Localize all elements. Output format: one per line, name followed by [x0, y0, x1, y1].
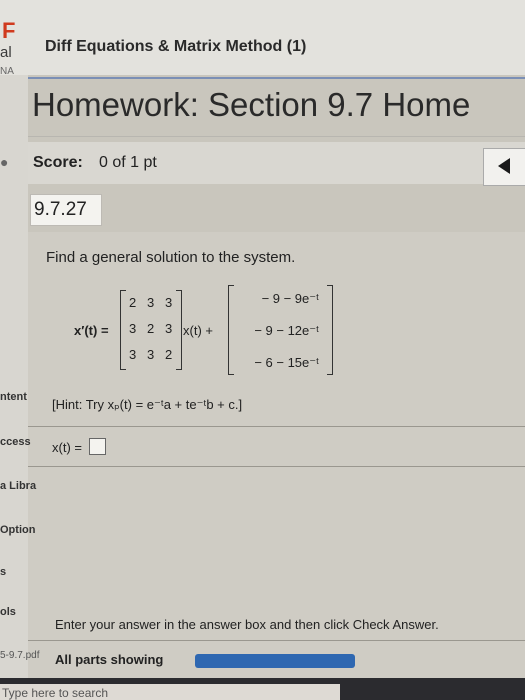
question-prompt: Find a general solution to the system.: [46, 249, 296, 266]
matrix-cell: 3: [129, 321, 137, 336]
equation-lhs: x′(t) =: [74, 323, 109, 338]
sidebar-item-options[interactable]: Option: [0, 524, 35, 536]
parts-showing-label: All parts showing: [55, 652, 164, 667]
vector-entry: − 9 − 12e⁻ᵗ: [254, 323, 319, 338]
sidebar-item-library[interactable]: a Libra: [0, 480, 36, 492]
matrix-cell: 2: [165, 347, 173, 362]
score-label: Score:: [33, 154, 83, 171]
homework-title: Homework: Section 9.7 Home: [32, 86, 471, 123]
sidebar-item-s[interactable]: s: [0, 566, 6, 578]
left-sidebar: [0, 0, 28, 700]
score-value: 0 of 1 pt: [99, 154, 157, 171]
sidebar-text-na: NA: [0, 66, 14, 77]
hint-divider: [28, 426, 525, 427]
matrix-left-bracket: [120, 290, 126, 370]
matrix-cell: 2: [147, 321, 155, 336]
course-title[interactable]: Diff Equations & Matrix Method (1): [45, 38, 306, 56]
matrix-cell: 3: [129, 347, 137, 362]
question-number: 9.7.27: [34, 199, 87, 220]
matrix-cell: 3: [165, 321, 173, 336]
bullet-icon: ●: [0, 154, 9, 170]
taskbar-search-text: Type here to search: [2, 686, 109, 700]
sidebar-item-tools[interactable]: ols: [0, 606, 16, 618]
title-divider: [28, 136, 525, 137]
header-divider: [28, 77, 525, 79]
vector-left-bracket: [228, 285, 234, 375]
answer-divider: [28, 466, 525, 467]
previous-question-button[interactable]: [483, 148, 525, 186]
vector-entry: − 6 − 15e⁻ᵗ: [254, 355, 319, 370]
triangle-left-icon: [498, 158, 510, 174]
instruction-text: Enter your answer in the answer box and …: [55, 617, 439, 632]
progress-bar: [195, 654, 355, 668]
matrix-cell: 3: [165, 295, 173, 310]
sidebar-item-content[interactable]: ntent: [0, 391, 27, 403]
vector-entry: − 9 − 9e⁻ᵗ: [261, 291, 319, 306]
answer-label: x(t) =: [52, 440, 82, 455]
forcing-vector: − 9 − 9e⁻ᵗ − 9 − 12e⁻ᵗ − 6 − 15e⁻ᵗ: [228, 285, 333, 375]
sidebar-text-al: al: [0, 44, 12, 61]
matrix-cell: 3: [147, 347, 155, 362]
footer-divider: [28, 640, 525, 641]
matrix-cell: 3: [147, 295, 155, 310]
coefficient-matrix: 2 3 3 3 2 3 3 3 2: [120, 290, 182, 370]
app-logo: F: [2, 18, 16, 43]
hint-text: [Hint: Try xₚ(t) = e⁻ᵗa + te⁻ᵗb + c.]: [52, 397, 243, 412]
sidebar-item-access[interactable]: ccess: [0, 436, 31, 448]
matrix-cell: 2: [129, 295, 137, 310]
vector-right-bracket: [327, 285, 333, 375]
equation-times-xt: x(t) +: [183, 323, 213, 338]
matrix-right-bracket: [176, 290, 182, 370]
pdf-tab-label[interactable]: 5-9.7.pdf: [0, 650, 39, 661]
answer-input[interactable]: [89, 438, 106, 455]
progress-fill: [195, 654, 355, 668]
